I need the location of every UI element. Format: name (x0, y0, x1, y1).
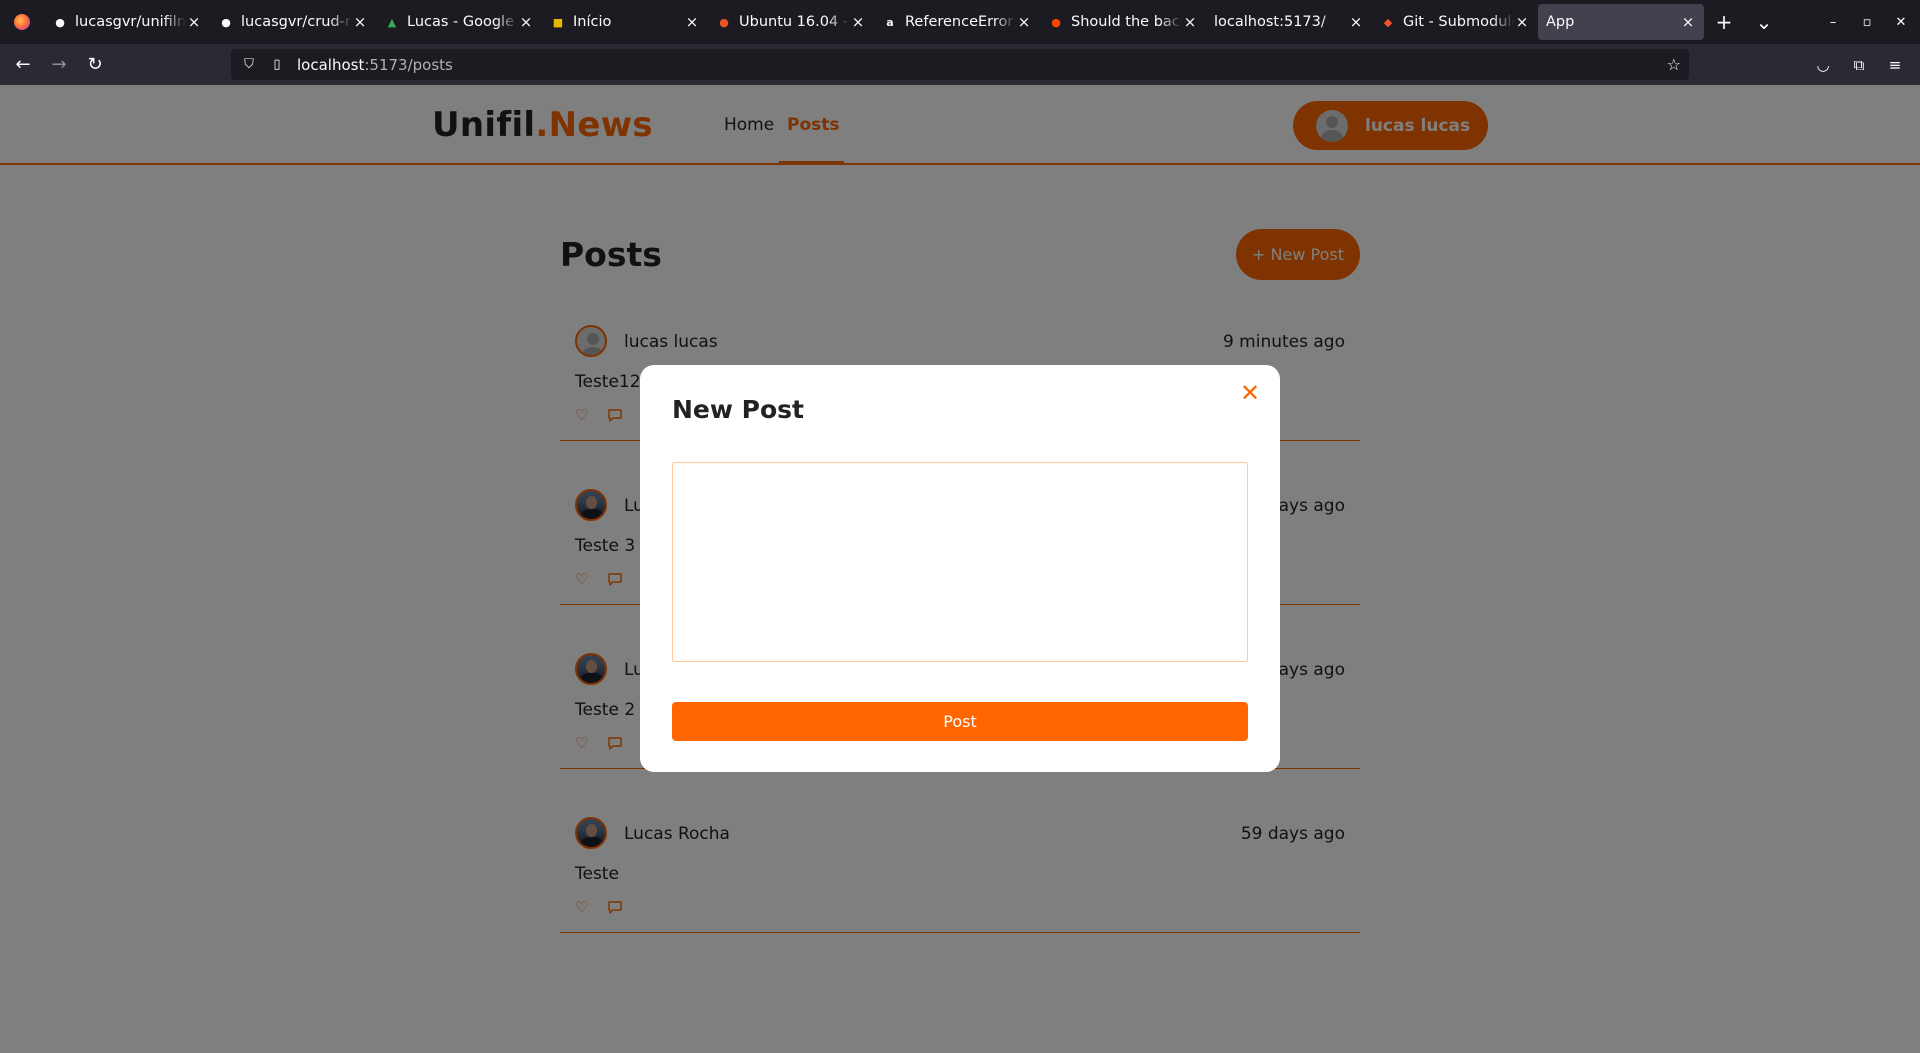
close-tab-icon[interactable]: × (850, 13, 866, 31)
list-all-tabs-icon[interactable]: ⌄ (1744, 4, 1784, 40)
new-tab-icon[interactable]: + (1704, 4, 1744, 40)
close-tab-icon[interactable]: × (684, 13, 700, 31)
firefox-logo-icon[interactable] (0, 0, 44, 44)
restore-window-icon[interactable]: ▫ (1850, 0, 1884, 44)
browser-tab[interactable]: App × (1538, 4, 1704, 40)
browser-tab-title: Git - Submodules (1403, 14, 1514, 30)
address-bar[interactable]: ⛉ ▯ localhost:5173/posts ☆ (231, 49, 1689, 80)
google-drive-icon: ▲ (387, 15, 397, 29)
reload-icon[interactable]: ↻ (77, 49, 113, 81)
browser-tab[interactable]: ● Should the backend× (1040, 4, 1206, 40)
browser-tab-title: localhost:5173/ (1214, 14, 1326, 30)
page-info-icon[interactable]: ▯ (269, 57, 285, 73)
close-tab-icon[interactable]: × (1348, 13, 1364, 31)
close-tab-icon[interactable]: × (518, 13, 534, 31)
browser-tab-title: Ubuntu 16.04 - How (739, 14, 850, 30)
close-tab-icon[interactable]: × (1016, 13, 1032, 31)
browser-tab[interactable]: ■ Início × (542, 4, 708, 40)
browser-tab-title: ReferenceError: (905, 14, 1016, 30)
browser-tab-title: Should the backend (1071, 14, 1182, 30)
browser-tab-title: Início (573, 14, 612, 30)
url-path: :5173/posts (364, 55, 453, 74)
shield-icon[interactable]: ⛉ (241, 57, 257, 73)
close-icon[interactable]: ✕ (1238, 381, 1262, 405)
browser-tab[interactable]: ◆ Git - Submodules× (1372, 4, 1538, 40)
post-content-textarea[interactable] (672, 462, 1248, 662)
close-tab-icon[interactable]: × (1680, 13, 1696, 31)
amazon-icon: a (886, 15, 894, 29)
browser-tab-title: App (1546, 14, 1575, 30)
browser-tab-title: lucasgvr/unifilnews (75, 14, 186, 30)
page-icon: ■ (552, 15, 564, 29)
git-icon: ◆ (1383, 15, 1393, 29)
browser-tab[interactable]: ▲ Lucas - Google Drive× (376, 4, 542, 40)
modal-title: New Post (672, 395, 805, 424)
askubuntu-icon: ● (719, 15, 729, 29)
browser-tab[interactable]: ● lucasgvr/crud-react× (210, 4, 376, 40)
extensions-icon[interactable]: ⧉ (1841, 44, 1877, 85)
browser-tab[interactable]: ● Ubuntu 16.04 - How× (708, 4, 874, 40)
browser-tab[interactable]: a ReferenceError: × (874, 4, 1040, 40)
forward-icon[interactable]: → (41, 49, 77, 81)
browser-navigation-bar: ← → ↻ ⛉ ▯ localhost:5173/posts ☆ ◡ ⧉ ≡ (0, 44, 1920, 85)
menu-hamburger-icon[interactable]: ≡ (1877, 44, 1913, 85)
close-window-icon[interactable]: ✕ (1884, 0, 1918, 44)
new-post-modal: New Post ✕ Post (640, 365, 1280, 772)
browser-tab[interactable]: localhost:5173/ × (1206, 4, 1372, 40)
bookmark-star-icon[interactable]: ☆ (1667, 55, 1681, 74)
reddit-icon: ● (1051, 15, 1061, 29)
url-host: localhost (297, 55, 365, 74)
close-tab-icon[interactable]: × (1182, 13, 1198, 31)
close-tab-icon[interactable]: × (186, 13, 202, 31)
browser-tab[interactable]: ● lucasgvr/unifilnews× (44, 4, 210, 40)
browser-tab-title: lucasgvr/crud-react (241, 14, 352, 30)
pocket-icon[interactable]: ◡ (1805, 44, 1841, 85)
browser-tab-bar: ●lucasgvr/unifilnews×●lucasgvr/crud-reac… (0, 0, 1920, 44)
close-tab-icon[interactable]: × (1514, 13, 1530, 31)
back-icon[interactable]: ← (5, 49, 41, 81)
github-icon: ● (55, 15, 65, 29)
close-tab-icon[interactable]: × (352, 13, 368, 31)
browser-tab-title: Lucas - Google Drive (407, 14, 518, 30)
minimize-window-icon[interactable]: – (1816, 0, 1850, 44)
github-icon: ● (221, 15, 231, 29)
submit-post-button[interactable]: Post (672, 702, 1248, 741)
